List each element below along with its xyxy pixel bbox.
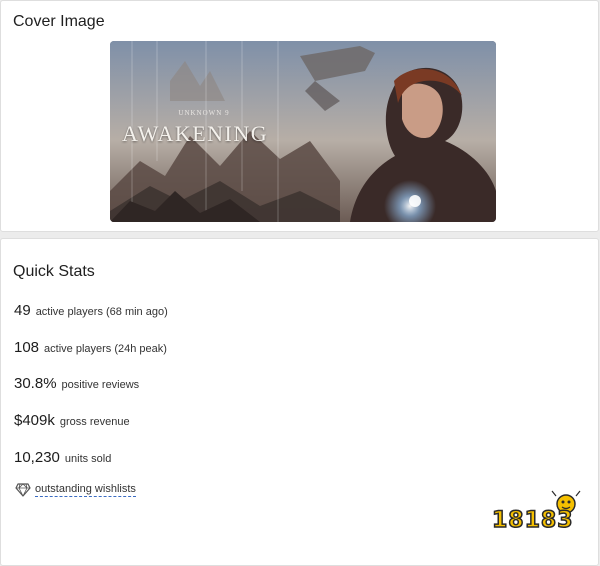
stat-value: $409k xyxy=(14,412,55,429)
outstanding-wishlists-row: outstanding wishlists xyxy=(15,483,136,497)
stat-value: 10,230 xyxy=(14,449,60,466)
stat-value: 108 xyxy=(14,339,40,356)
quick-stats-heading: Quick Stats xyxy=(13,263,95,280)
cover-art-title: AWAKENING xyxy=(122,121,269,146)
stat-label: units sold xyxy=(64,453,112,465)
outstanding-wishlists-link[interactable]: outstanding wishlists xyxy=(35,483,136,497)
watermark-text: 18183 xyxy=(491,507,574,534)
cover-image-heading: Cover Image xyxy=(13,13,105,30)
stat-value: 49 xyxy=(14,302,31,319)
cover-art-subtitle: UNKNOWN 9 xyxy=(178,109,230,117)
stat-active-players-peak: 108 active players (24h peak) xyxy=(14,339,167,356)
stat-active-players-recent: 49 active players (68 min ago) xyxy=(14,302,168,319)
stat-label: gross revenue xyxy=(59,416,130,428)
stat-label: active players (24h peak) xyxy=(44,343,167,355)
stat-gross-revenue: $409k gross revenue xyxy=(14,412,130,429)
stat-label: active players (68 min ago) xyxy=(35,306,168,318)
stat-value: 30.8% xyxy=(14,375,57,392)
cover-image: UNKNOWN 9 AWAKENING xyxy=(110,41,496,222)
stat-label: positive reviews xyxy=(61,379,140,391)
stat-positive-reviews: 30.8% positive reviews xyxy=(14,375,139,392)
diamond-icon xyxy=(15,483,31,497)
stat-units-sold: 10,230 units sold xyxy=(14,449,111,466)
cover-image-card: Cover Image UNKNOWN 9 AWAKENING xyxy=(0,0,599,232)
site-watermark-logo: 18183 xyxy=(488,490,588,554)
